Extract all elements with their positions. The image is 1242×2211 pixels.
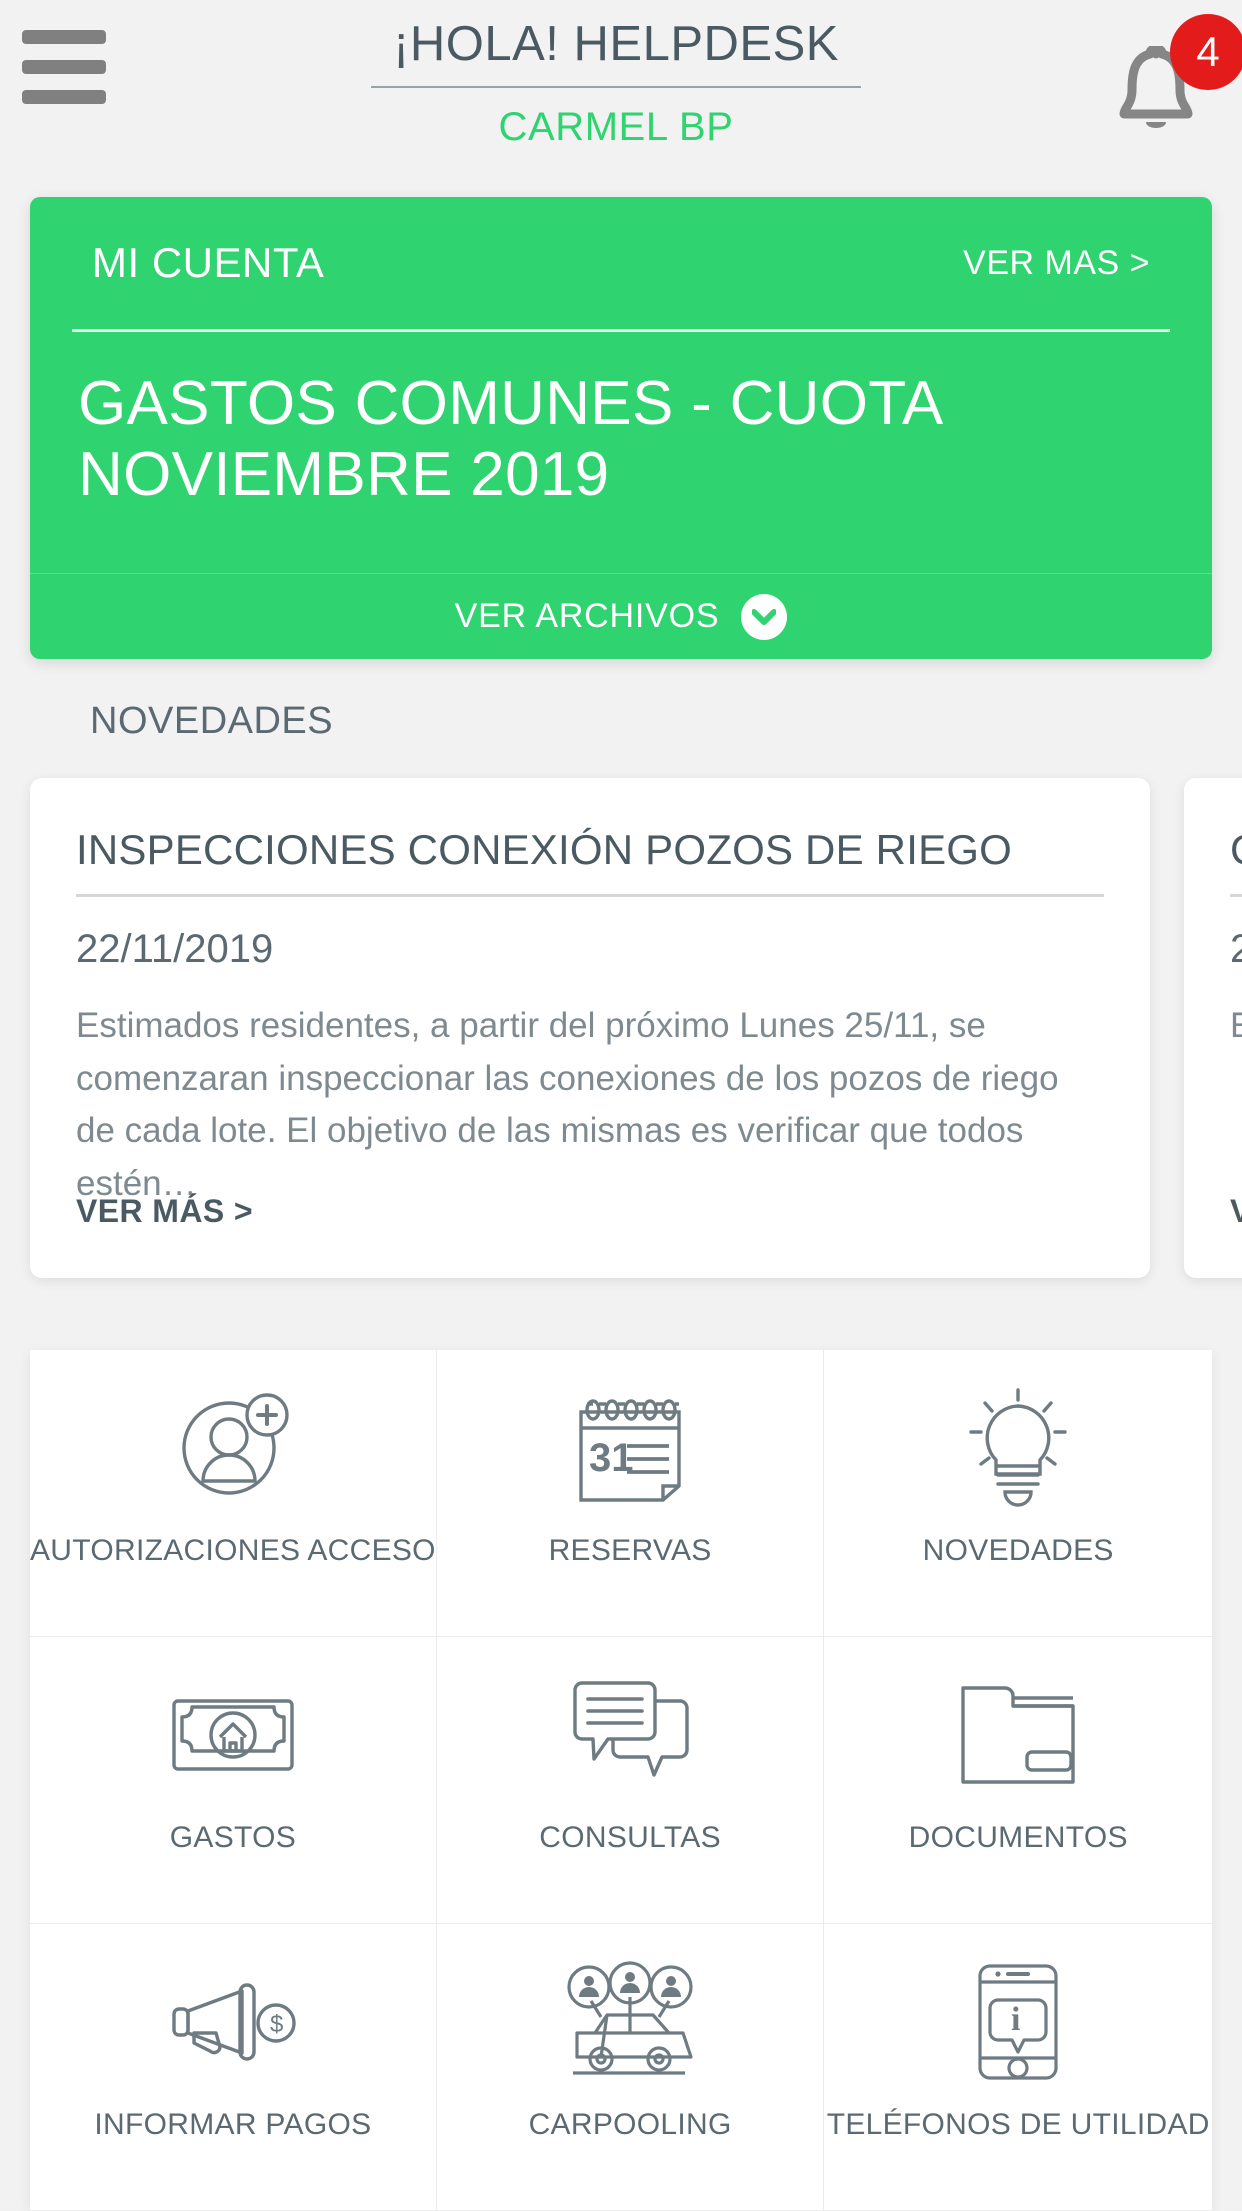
- account-card-body: GASTOS COMUNES - CUOTA NOVIEMBRE 2019: [30, 332, 1212, 511]
- megaphone-dollar-icon: $: [168, 1958, 298, 2086]
- news-card[interactable]: C 2 E r i V: [1184, 778, 1242, 1278]
- menu-tile-label: CONSULTAS: [539, 1821, 721, 1854]
- app-screen: ¡HOLA! HELPDESK CARMEL BP 4 MI CUENTA VE…: [0, 0, 1242, 2211]
- menu-tile-informar-pagos[interactable]: $ INFORMAR PAGOS: [30, 1924, 437, 2211]
- svg-text:$: $: [270, 2011, 283, 2038]
- news-title: INSPECCIONES CONEXIÓN POZOS DE RIEGO: [76, 826, 1013, 873]
- menu-tile-consultas[interactable]: CONSULTAS: [436, 1637, 825, 1924]
- svg-text:31: 31: [589, 1436, 634, 1480]
- view-files-button[interactable]: VER ARCHIVOS: [30, 573, 1212, 659]
- account-card-header: MI CUENTA VER MAS >: [30, 197, 1212, 329]
- news-date: 22/11/2019: [76, 927, 274, 971]
- chat-bubbles-icon: [568, 1671, 692, 1799]
- news-divider: [76, 894, 1104, 897]
- menu-grid: AUTORIZACIONES ACCESO 31 RESERVAS NOVEDA…: [30, 1350, 1212, 2211]
- menu-tile-label: DOCUMENTOS: [908, 1821, 1128, 1854]
- menu-tile-carpooling[interactable]: CARPOOLING: [436, 1924, 825, 2211]
- news-see-more-link[interactable]: VER MÁS >: [76, 1193, 253, 1230]
- phone-info-icon: i: [972, 1958, 1064, 2086]
- car-people-icon: [565, 1958, 695, 2086]
- news-carousel[interactable]: INSPECCIONES CONEXIÓN POZOS DE RIEGO 22/…: [0, 778, 1242, 1298]
- news-divider: [1230, 894, 1242, 897]
- news-card-content: INSPECCIONES CONEXIÓN POZOS DE RIEGO 22/…: [30, 778, 1150, 1210]
- lightbulb-icon: [957, 1384, 1079, 1512]
- menu-tile-label: NOVEDADES: [922, 1534, 1114, 1567]
- app-header: ¡HOLA! HELPDESK CARMEL BP 4: [0, 0, 1242, 149]
- hamburger-bar: [22, 90, 106, 104]
- title-divider: [371, 86, 861, 88]
- menu-tile-gastos[interactable]: GASTOS: [30, 1637, 437, 1924]
- news-card[interactable]: INSPECCIONES CONEXIÓN POZOS DE RIEGO 22/…: [30, 778, 1150, 1278]
- account-card-see-more[interactable]: VER MAS >: [963, 244, 1150, 283]
- folder-icon: [955, 1671, 1081, 1799]
- notification-badge: 4: [1170, 14, 1242, 90]
- news-section-title: NOVEDADES: [90, 700, 334, 742]
- menu-tile-label: TELÉFONOS DE UTILIDAD: [826, 2108, 1210, 2141]
- news-body: Estimados residentes, a partir del próxi…: [76, 1006, 1059, 1203]
- hamburger-bar: [22, 30, 106, 44]
- news-title: C: [1230, 826, 1242, 874]
- menu-tile-label: CARPOOLING: [528, 2108, 732, 2141]
- header-title-block: ¡HOLA! HELPDESK CARMEL BP: [140, 16, 1092, 150]
- account-card-headline: GASTOS COMUNES - CUOTA NOVIEMBRE 2019: [78, 369, 941, 510]
- menu-tile-telefonos-de-utilidad[interactable]: i TELÉFONOS DE UTILIDAD: [824, 1924, 1212, 2211]
- news-date: 2: [1230, 927, 1242, 971]
- banknote-house-icon: [168, 1671, 298, 1799]
- account-card-label: MI CUENTA: [92, 239, 325, 286]
- menu-tile-label: GASTOS: [169, 1821, 297, 1854]
- app-title: ¡HOLA! HELPDESK: [393, 17, 839, 71]
- svg-text:i: i: [1011, 2001, 1020, 2038]
- hamburger-menu-icon[interactable]: [22, 18, 140, 104]
- chevron-down-icon: [741, 593, 788, 640]
- menu-tile-label: RESERVAS: [548, 1534, 712, 1567]
- menu-tile-reservas[interactable]: 31 RESERVAS: [436, 1350, 825, 1637]
- menu-tile-label: AUTORIZACIONES ACCESO: [30, 1534, 436, 1567]
- notifications-button[interactable]: 4: [1092, 14, 1242, 138]
- hamburger-bar: [22, 60, 106, 74]
- menu-tile-novedades[interactable]: NOVEDADES: [824, 1350, 1212, 1637]
- menu-tile-label: INFORMAR PAGOS: [94, 2108, 372, 2141]
- person-add-icon: [170, 1384, 296, 1512]
- news-card-content: C 2 E r i: [1184, 778, 1242, 1053]
- view-files-label: VER ARCHIVOS: [454, 597, 720, 635]
- news-body: E r i: [1230, 1006, 1242, 1045]
- account-card[interactable]: MI CUENTA VER MAS > GASTOS COMUNES - CUO…: [30, 197, 1212, 659]
- calendar-31-icon: 31: [569, 1384, 691, 1512]
- account-card-divider: [72, 329, 1170, 332]
- organization-name: CARMEL BP: [498, 105, 734, 149]
- menu-tile-documentos[interactable]: DOCUMENTOS: [824, 1637, 1212, 1924]
- menu-tile-autorizaciones-acceso[interactable]: AUTORIZACIONES ACCESO: [30, 1350, 437, 1637]
- news-see-more-link[interactable]: V: [1230, 1193, 1242, 1230]
